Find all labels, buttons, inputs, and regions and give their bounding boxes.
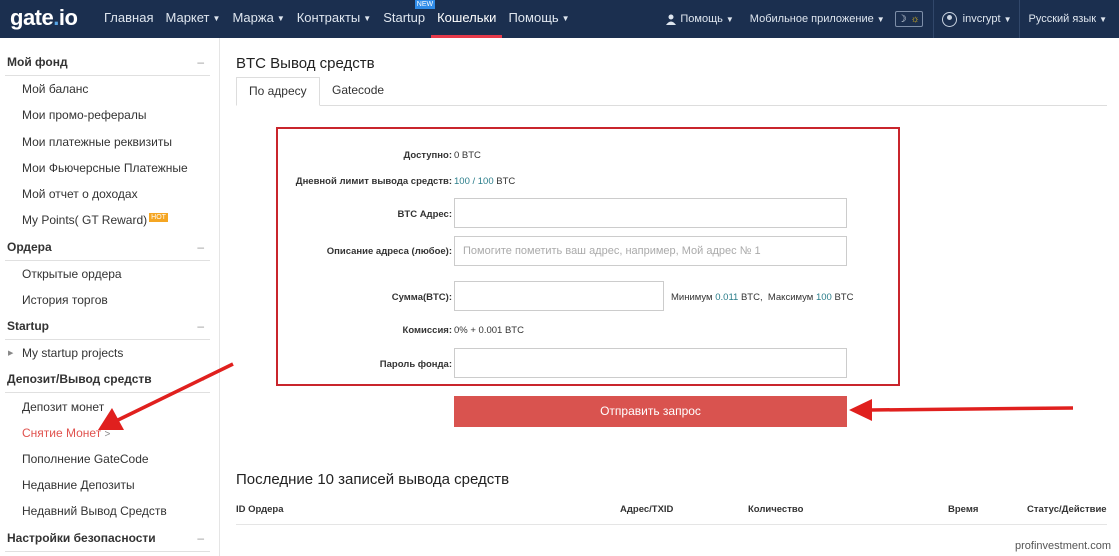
user-menu[interactable]: invcrypt ▼: [932, 0, 1020, 38]
collapse-icon[interactable]: –: [197, 525, 204, 551]
chevron-down-icon: ▼: [725, 14, 734, 24]
amount-input[interactable]: [454, 281, 664, 311]
main-nav: Главная Маркет ▼ Маржа ▼ Контракты ▼ Startu…: [98, 0, 576, 38]
collapse-icon[interactable]: –: [197, 234, 204, 260]
hot-badge: HOT: [149, 213, 168, 222]
fee-value: 0% + 0.001 BTC: [454, 325, 524, 336]
sidebar-item-open-orders[interactable]: Открытые ордера: [22, 266, 122, 282]
sidebar-item-my-points[interactable]: My Points( GT Reward) HOT: [22, 212, 168, 228]
sidebar-item-promo-referrals[interactable]: Мои промо-рефералы: [22, 107, 146, 123]
chevron-down-icon: ▼: [363, 14, 372, 23]
sidebar-item-payment-details[interactable]: Мои платежные реквизиты: [22, 134, 172, 150]
sidebar-item-startup-projects[interactable]: My startup projects: [22, 345, 123, 361]
sidebar-section-my-fund[interactable]: Мой фонд –: [0, 49, 210, 76]
collapse-icon[interactable]: –: [197, 366, 204, 392]
address-description-input[interactable]: [454, 236, 847, 266]
language-menu[interactable]: Русский язык ▼: [1019, 0, 1119, 38]
withdraw-tabs: По адресу Gatecode: [236, 77, 1107, 106]
page-title: BTC Вывод средств: [236, 55, 375, 72]
chevron-down-icon: ▼: [876, 14, 885, 24]
fee-label: Комиссия:: [402, 325, 452, 336]
tab-by-address[interactable]: По адресу: [236, 77, 320, 106]
sun-icon: ☼: [910, 13, 920, 25]
nav-help[interactable]: Помощь ▼: [502, 0, 575, 38]
header-right: Помощь ▼ Мобильное приложение ▼ ☽ ☼ invcryp…: [657, 0, 1119, 38]
nav-market[interactable]: Маркет ▼: [159, 0, 226, 38]
theme-toggle[interactable]: ☽ ☼: [893, 0, 933, 38]
chevron-down-icon: ▼: [276, 14, 285, 23]
min-max-hint: Минимум 0.011 BTC, Максимум 100 BTC: [671, 292, 854, 303]
nav-contracts[interactable]: Контракты ▼: [291, 0, 377, 38]
available-label: Доступно:: [403, 150, 452, 161]
watermark: profinvestment.com: [1015, 540, 1111, 552]
arrow-to-submit-button: [849, 399, 1074, 421]
fund-password-label: Пароль фонда:: [379, 359, 452, 370]
sidebar-item-recent-deposits[interactable]: Недавние Депозиты: [22, 477, 135, 493]
collapse-icon[interactable]: –: [197, 49, 204, 75]
sidebar-item-income-report[interactable]: Мой отчет о доходах: [22, 186, 138, 202]
support-icon: [666, 14, 677, 25]
column-order-id: ID Ордера: [236, 504, 284, 515]
sidebar-section-deposit-withdraw[interactable]: Депозит/Вывод средств –: [0, 366, 210, 393]
nav-startup[interactable]: Startup NEW: [377, 0, 436, 38]
sidebar-item-my-balance[interactable]: Мой баланс: [22, 81, 88, 97]
sidebar-item-recent-withdrawals[interactable]: Недавний Вывод Средств: [22, 503, 167, 519]
column-time: Время: [948, 504, 979, 515]
chevron-down-icon: ▼: [212, 14, 221, 23]
moon-icon: ☽: [897, 13, 907, 25]
column-status-action: Статус/Действие: [1027, 504, 1107, 515]
sidebar-section-orders[interactable]: Ордера –: [0, 234, 210, 261]
address-description-label: Описание адреса (любое):: [326, 246, 452, 257]
submit-request-button[interactable]: Отправить запрос: [454, 396, 847, 427]
active-marker: >: [104, 429, 111, 440]
btc-address-label: BTC Адрес:: [397, 209, 452, 220]
history-title: Последние 10 записей вывода средств: [236, 471, 510, 488]
top-navigation-bar: gate.io Главная Маркет ▼ Маржа ▼ Контракты…: [0, 0, 1119, 38]
daily-limit-value: 100 / 100 BTC: [454, 176, 516, 187]
help-menu[interactable]: Помощь ▼: [657, 0, 741, 38]
tab-gatecode[interactable]: Gatecode: [320, 77, 396, 106]
collapse-icon[interactable]: –: [197, 313, 204, 339]
gateio-logo[interactable]: gate.io: [10, 5, 78, 31]
mobile-app-menu[interactable]: Мобильное приложение ▼: [742, 0, 893, 38]
sidebar-item-withdraw-coins[interactable]: Снятие Монет >: [22, 425, 110, 443]
user-icon: [941, 11, 957, 27]
sidebar-item-futures-payments[interactable]: Мои Фьючерсные Платежные: [22, 160, 188, 176]
column-address-txid: Адрес/TXID: [620, 504, 674, 515]
nav-home[interactable]: Главная: [98, 0, 159, 38]
available-value: 0 BTC: [454, 150, 481, 161]
withdraw-form: Доступно: 0 BTC Дневной лимит вывода сре…: [276, 127, 900, 386]
sidebar: Мой фонд – Мой баланс Мои промо-рефералы …: [0, 38, 220, 556]
sidebar-item-trade-history[interactable]: История торгов: [22, 292, 108, 308]
table-divider: [236, 524, 1107, 525]
sidebar-section-startup[interactable]: Startup –: [0, 313, 210, 340]
amount-label: Сумма(BTC):: [391, 292, 452, 303]
sidebar-section-security[interactable]: Настройки безопасности –: [0, 525, 210, 552]
sidebar-item-deposit-coins[interactable]: Депозит монет: [22, 399, 104, 415]
chevron-down-icon: ▼: [1099, 14, 1107, 24]
column-amount: Количество: [748, 504, 804, 515]
chevron-down-icon: ▼: [1003, 14, 1012, 24]
nav-wallets[interactable]: Кошельки: [431, 0, 503, 38]
daily-limit-label: Дневной лимит вывода средств:: [295, 176, 452, 187]
caret-right-icon: ▶: [8, 350, 14, 357]
fund-password-input[interactable]: [454, 348, 847, 378]
sidebar-item-gatecode-topup[interactable]: Пополнение GateCode: [22, 451, 149, 467]
btc-address-input[interactable]: [454, 198, 847, 228]
chevron-down-icon: ▼: [561, 14, 570, 23]
nav-margin[interactable]: Маржа ▼: [226, 0, 290, 38]
